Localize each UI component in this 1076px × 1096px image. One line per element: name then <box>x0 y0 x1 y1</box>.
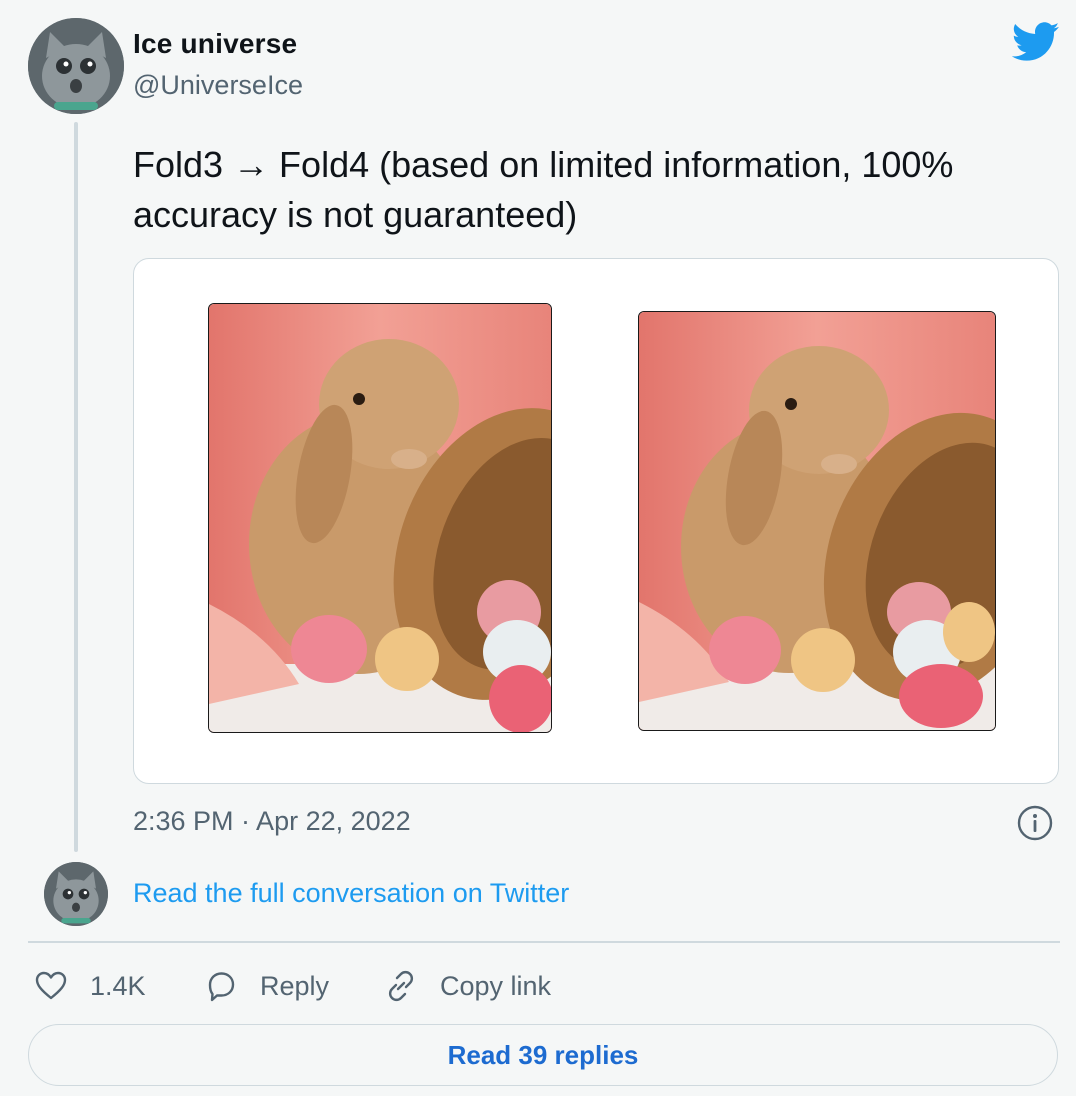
reply-button[interactable]: Reply <box>204 964 329 1008</box>
tweet-text: Fold3 → Fold4 (based on limited informat… <box>133 140 1053 240</box>
reader-avatar[interactable] <box>44 862 108 926</box>
tweet-text-line1: Fold3 → Fold4 (based on limited informat… <box>133 144 954 185</box>
media-card[interactable] <box>133 258 1059 784</box>
link-icon <box>388 970 414 1002</box>
reply-label: Reply <box>260 970 330 1001</box>
tweet-timestamp[interactable]: 2:36 PM · Apr 22, 2022 <box>133 806 411 837</box>
author-name[interactable]: Ice universe <box>133 28 297 60</box>
divider <box>28 941 1060 943</box>
like-count: 1.4K <box>90 970 146 1001</box>
info-icon[interactable] <box>1017 805 1053 841</box>
thread-line <box>74 122 78 852</box>
twitter-bird-icon[interactable] <box>1011 22 1060 62</box>
copy-link-label: Copy link <box>440 970 552 1001</box>
media-image-fold4[interactable] <box>638 311 996 731</box>
copy-link-button[interactable]: Copy link <box>384 964 551 1008</box>
speech-bubble-icon <box>208 972 235 1002</box>
author-handle[interactable]: @UniverseIce <box>133 70 303 101</box>
author-avatar[interactable] <box>28 18 124 114</box>
media-image-fold3[interactable] <box>208 303 552 733</box>
read-replies-button[interactable]: Read 39 replies <box>28 1024 1058 1086</box>
heart-icon <box>35 971 67 1000</box>
tweet-text-line2: accuracy is not guaranteed) <box>133 194 578 235</box>
like-button[interactable]: 1.4K <box>34 964 146 1008</box>
read-conversation-link[interactable]: Read the full conversation on Twitter <box>133 878 569 909</box>
